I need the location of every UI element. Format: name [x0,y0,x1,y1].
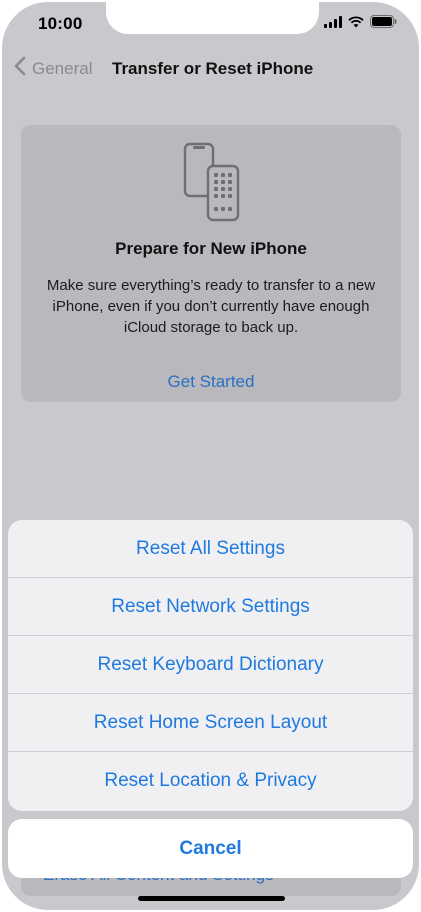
reset-network-settings-option[interactable]: Reset Network Settings [8,578,413,636]
wifi-icon [348,15,364,33]
back-label: General [32,58,93,78]
card-description: Make sure everything’s ready to transfer… [46,277,376,336]
reset-action-sheet: Reset All Settings Reset Network Setting… [8,520,413,811]
status-time: 10:00 [38,14,83,33]
navigation-bar: General Transfer or Reset iPhone [2,56,419,84]
device-frame: 10:00 General Transfer or Reset iPhone P… [0,0,421,912]
reset-location-privacy-option[interactable]: Reset Location & Privacy [8,752,413,810]
page-title: Transfer or Reset iPhone [112,59,314,78]
cancel-button[interactable]: Cancel [8,819,413,878]
notch [106,2,319,34]
back-button[interactable]: General [14,56,92,81]
phones-transfer-icon [183,142,241,227]
chevron-left-icon [14,56,26,81]
signal-icon [324,15,342,33]
reset-home-screen-layout-option[interactable]: Reset Home Screen Layout [8,694,413,752]
reset-keyboard-dictionary-option[interactable]: Reset Keyboard Dictionary [8,636,413,694]
screen: 10:00 General Transfer or Reset iPhone P… [2,2,419,910]
status-icons [324,15,397,33]
home-indicator[interactable] [138,896,285,901]
prepare-card: Prepare for New iPhone Make sure everyth… [21,125,401,402]
reset-all-settings-option[interactable]: Reset All Settings [8,520,413,578]
battery-icon [370,15,397,33]
get-started-link[interactable]: Get Started [21,372,401,392]
card-title: Prepare for New iPhone [115,239,307,258]
